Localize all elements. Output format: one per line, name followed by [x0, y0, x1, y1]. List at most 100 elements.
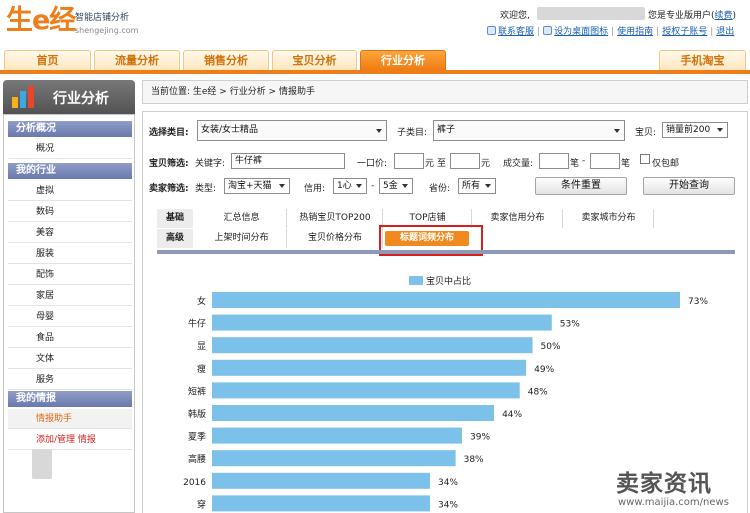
top-bar: 生e经 智能店铺分析 shengejing.com 欢迎您, 您是专业版用户(续…	[0, 0, 750, 46]
breadcrumb: 当前位置: 生e经 > 行业分析 > 情报助手	[142, 80, 748, 104]
sidebar-item-intel-assistant[interactable]: 情报助手	[8, 409, 132, 429]
price-unit: 元	[425, 159, 435, 169]
sidebar-item-digital[interactable]: 数码	[8, 202, 132, 222]
subtab-header-advanced: 高级	[157, 229, 193, 248]
volume-dash: -	[582, 156, 586, 166]
desktop-icon	[543, 26, 553, 35]
sub-account-link[interactable]: 授权子账号	[662, 27, 707, 37]
price-to-label: 至	[437, 159, 447, 169]
item-filter-label: 宝贝筛选:	[149, 159, 189, 169]
seller-type-select[interactable]: 淘宝+天猫	[224, 178, 290, 194]
subcategory-label: 子类目:	[397, 128, 428, 138]
tab-price-distribution[interactable]: 宝贝价格分布	[288, 229, 383, 248]
price-min-input[interactable]	[394, 153, 424, 169]
category-select[interactable]: 女装/女士精品	[197, 120, 387, 141]
nav-tab-mobile-taobao[interactable]: 手机淘宝	[659, 50, 746, 71]
main-nav: 首页 流量分析 销售分析 宝贝分析 行业分析 手机淘宝	[0, 46, 750, 74]
service-icon	[487, 26, 496, 35]
tab-top200-items[interactable]: 热销宝贝TOP200	[288, 209, 383, 228]
nav-tab-industry[interactable]: 行业分析	[360, 50, 446, 71]
watermark: 卖家资讯 www.maijia.com/news	[612, 464, 750, 513]
sidebar-item-food[interactable]: 食品	[8, 328, 132, 348]
sidebar-item-home[interactable]: 家居	[8, 286, 132, 306]
keyword-input[interactable]: 牛仔裤	[231, 153, 345, 169]
price-max-input[interactable]	[450, 153, 480, 169]
sidebar-section-overview[interactable]: 分析概况	[8, 121, 132, 137]
province-select[interactable]: 所有	[458, 178, 496, 194]
volume-unit: 笔	[570, 159, 580, 169]
start-query-button[interactable]: 开始查询	[643, 177, 735, 195]
legend-label: 宝贝中占比	[426, 277, 472, 287]
watermark-url: www.maijia.com/news	[618, 497, 729, 508]
link-separator: |	[710, 27, 714, 37]
sidebar-item-sports[interactable]: 文体	[8, 349, 132, 369]
subtab-header-basic: 基础	[157, 209, 193, 228]
free-shipping-checkbox[interactable]	[640, 154, 650, 164]
nav-tab-home[interactable]: 首页	[4, 50, 91, 71]
credit-label: 信用:	[304, 184, 326, 194]
credit-dash: -	[371, 181, 375, 191]
link-separator: |	[656, 27, 660, 37]
sidebar-section-my-intel[interactable]: 我的情报	[8, 391, 132, 407]
username-redacted	[537, 7, 645, 20]
desktop-shortcut-link[interactable]: 设为桌面图标	[554, 27, 608, 37]
nav-tab-traffic[interactable]: 流量分析	[94, 50, 180, 71]
seller-filter-label: 卖家筛选:	[149, 184, 189, 194]
sidebar-item-manage-intel[interactable]: 添加/管理 情报	[8, 430, 132, 450]
logout-link[interactable]: 退出	[716, 27, 734, 37]
top-links: 联系客服 | 设为桌面图标 | 使用指南 | 授权子账号 | 退出	[487, 24, 734, 37]
logo-domain: shengejing.com	[75, 26, 139, 35]
nav-tab-sales[interactable]: 销售分析	[183, 50, 269, 71]
nav-underline	[0, 70, 750, 74]
type-label: 类型:	[195, 184, 217, 194]
sidebar-item-accessories[interactable]: 配饰	[8, 265, 132, 285]
sidebar-item-beauty[interactable]: 美容	[8, 223, 132, 243]
volume-label: 成交量:	[503, 159, 534, 169]
sidebar-header: 行业分析	[3, 80, 135, 114]
chart-legend: 宝贝中占比	[409, 274, 471, 287]
filter-panel: 选择类目: 女装/女士精品 子类目: 裤子 宝贝: 销量前200 宝贝筛选: 关…	[142, 111, 748, 513]
credit-min-select[interactable]: 1心	[333, 178, 367, 194]
tab-seller-city[interactable]: 卖家城市分布	[564, 209, 654, 228]
sidebar-item-services[interactable]: 服务	[8, 370, 132, 390]
watermark-title: 卖家资讯	[616, 471, 712, 497]
link-separator: |	[611, 27, 615, 37]
province-label: 省份:	[429, 184, 451, 194]
user-guide-link[interactable]: 使用指南	[617, 27, 653, 37]
keyword-label: 关键字:	[195, 159, 226, 169]
sidebar-body: 分析概况 概况 我的行业 虚拟 数码 美容 服装 配饰 家居 母婴 食品 文体 …	[3, 114, 135, 513]
sidebar-item-baby[interactable]: 母婴	[8, 307, 132, 327]
sidebar-section-my-industry[interactable]: 我的行业	[8, 163, 132, 179]
volume-min-input[interactable]	[539, 153, 569, 169]
credit-max-select[interactable]: 5金	[379, 178, 413, 194]
sidebar-title: 行业分析	[53, 91, 109, 107]
tab-listing-time[interactable]: 上架时间分布	[197, 229, 287, 248]
pro-user-status: 您是专业版用户(续费)	[648, 11, 737, 21]
sidebar-item-apparel[interactable]: 服装	[8, 244, 132, 264]
industry-chart-icon	[12, 86, 34, 108]
logo-slogan: 智能店铺分析	[75, 13, 130, 23]
chart-divider	[157, 250, 735, 254]
volume-max-input[interactable]	[590, 153, 620, 169]
nav-tab-items[interactable]: 宝贝分析	[272, 50, 357, 71]
contact-service-link[interactable]: 联系客服	[498, 27, 534, 37]
sidebar-item-virtual[interactable]: 虚拟	[8, 181, 132, 201]
price-unit: 元	[481, 159, 491, 169]
pro-user-text: 您是专业版用户	[648, 11, 712, 21]
tab-seller-credit[interactable]: 卖家信用分布	[473, 209, 563, 228]
tab-summary[interactable]: 汇总信息	[197, 209, 287, 228]
redacted-area	[32, 449, 52, 479]
volume-unit: 笔	[621, 159, 631, 169]
subcategory-select[interactable]: 裤子	[433, 120, 625, 141]
reset-conditions-button[interactable]: 条件重置	[535, 177, 627, 195]
link-separator: |	[537, 27, 541, 37]
item-label: 宝贝:	[635, 128, 657, 138]
price-label: 一口价:	[357, 159, 388, 169]
welcome-text: 欢迎您,	[500, 11, 530, 21]
renew-link[interactable]: 续费	[715, 11, 733, 21]
sidebar-item-overview[interactable]: 概况	[8, 139, 132, 159]
item-range-select[interactable]: 销量前200	[662, 122, 728, 138]
free-shipping-label: 仅包邮	[652, 159, 680, 169]
logo[interactable]: 生e经	[6, 6, 76, 36]
sidebar: 行业分析 分析概况 概况 我的行业 虚拟 数码 美容 服装 配饰 家居 母婴 食…	[3, 77, 135, 513]
